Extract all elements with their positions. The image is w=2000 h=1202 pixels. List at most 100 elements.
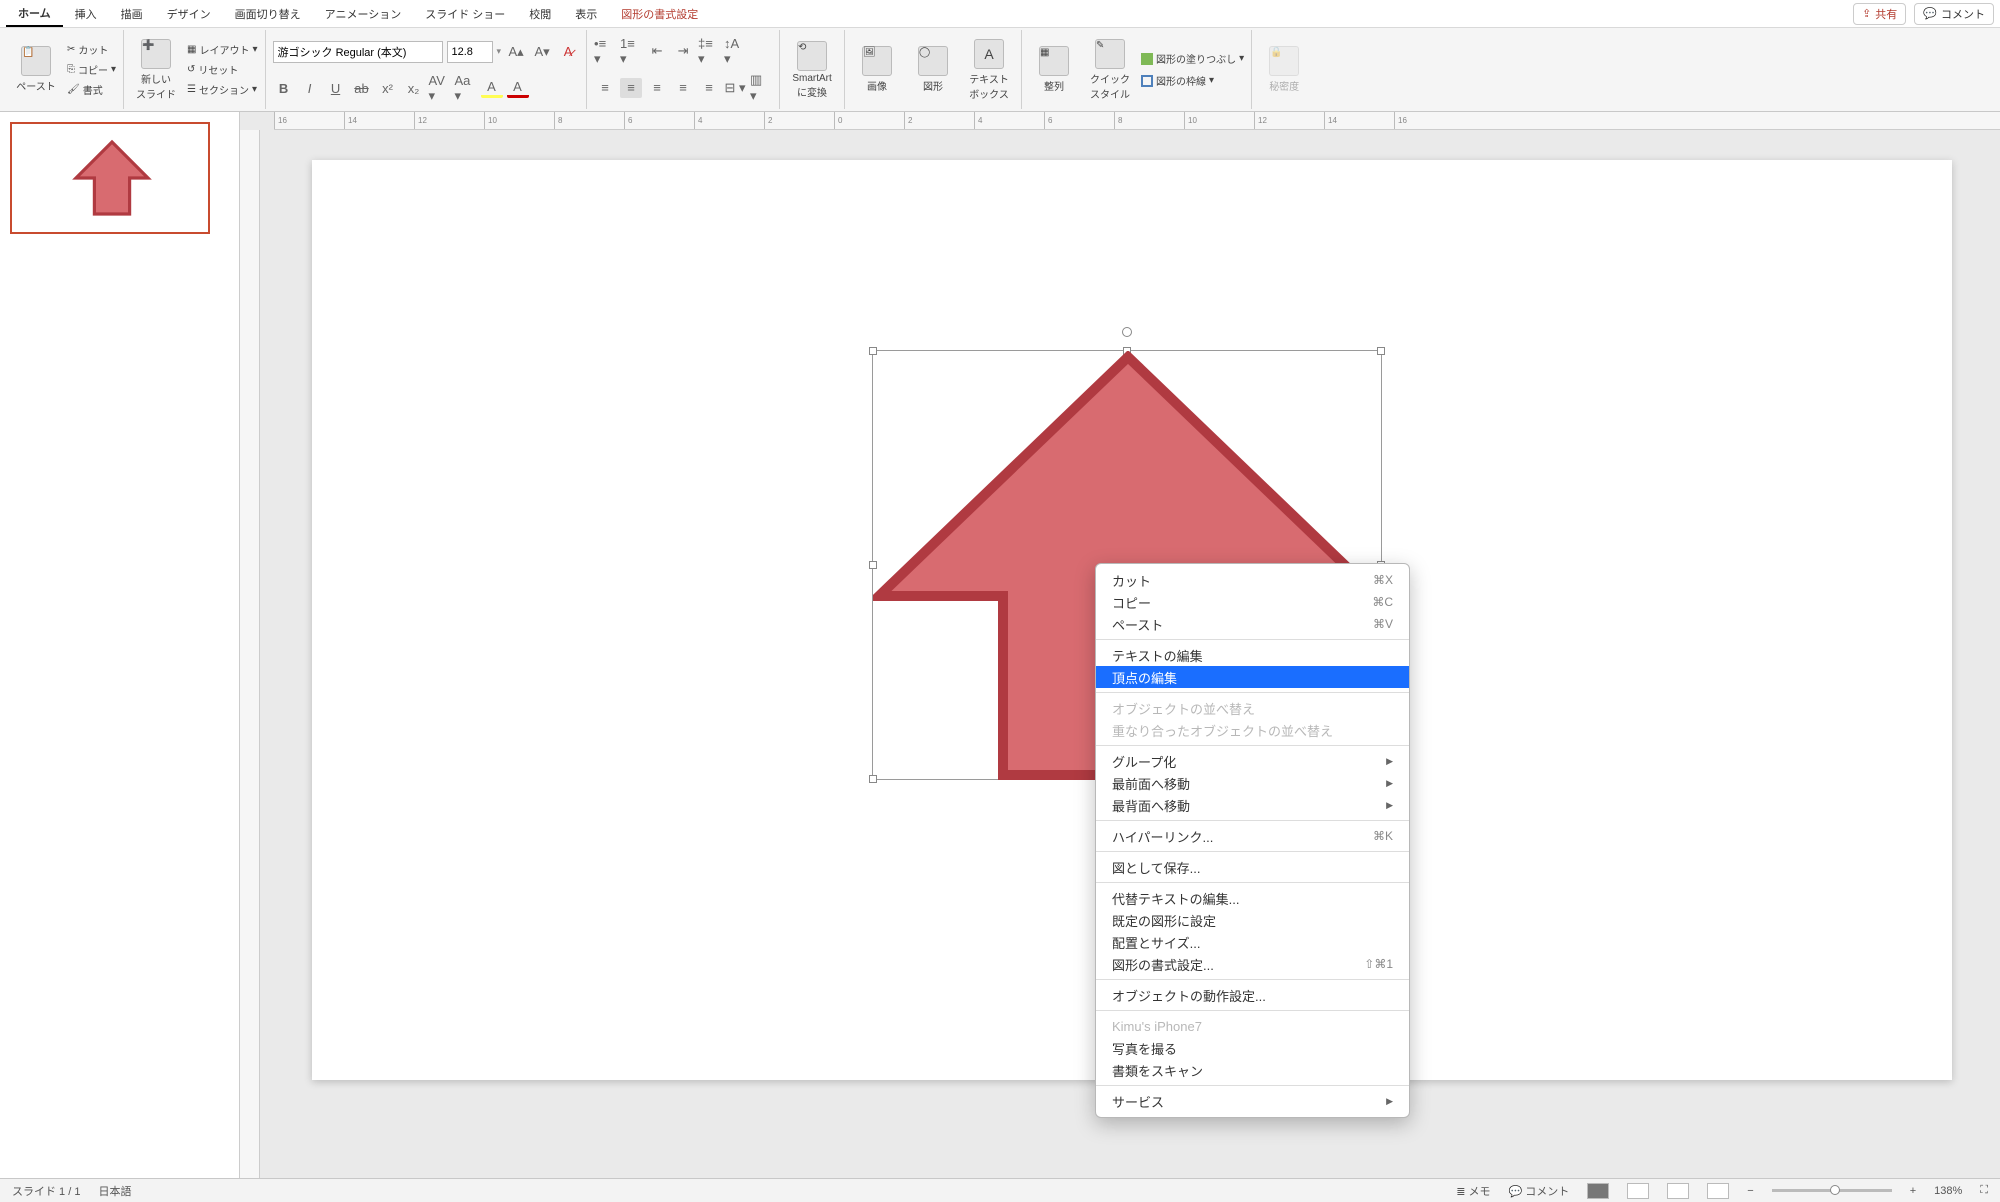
rotation-handle[interactable]	[1122, 327, 1132, 337]
clear-format-button[interactable]: A̷	[557, 42, 579, 62]
tab-animations[interactable]: アニメーション	[313, 2, 414, 26]
bullets-button[interactable]: •≡ ▾	[594, 41, 616, 61]
shape-fill-button[interactable]: 図形の塗りつぶし ▾	[1141, 50, 1244, 68]
char-spacing-button[interactable]: AV ▾	[429, 78, 451, 98]
notes-button[interactable]: ≣ メモ	[1456, 1183, 1490, 1199]
quick-styles-button[interactable]: ✎クイック スタイル	[1085, 39, 1135, 101]
format-painter-button[interactable]: 🖌書式	[67, 81, 116, 99]
align-left-button[interactable]: ≡	[594, 78, 616, 98]
layout-button[interactable]: ▦レイアウト ▾	[187, 41, 257, 59]
context-menu-item-16[interactable]: 図として保存...	[1096, 856, 1409, 878]
change-case-button[interactable]: Aa ▾	[455, 78, 477, 98]
language-indicator[interactable]: 日本語	[98, 1183, 131, 1199]
share-button[interactable]: ⇪共有	[1853, 3, 1906, 25]
align-center-button[interactable]: ≡	[620, 78, 642, 98]
context-menu-item-18[interactable]: 代替テキストの編集...	[1096, 887, 1409, 909]
context-menu-item-26[interactable]: 写真を撮る	[1096, 1037, 1409, 1059]
textbox-icon: A	[974, 39, 1004, 69]
tab-design[interactable]: デザイン	[155, 2, 223, 26]
align-right-button[interactable]: ≡	[646, 78, 668, 98]
slide-thumbnail-1[interactable]	[10, 122, 210, 234]
layout-icon: ▦	[187, 44, 196, 55]
smartart-button[interactable]: ⟲SmartArt に変換	[787, 41, 837, 99]
context-menu-item-1[interactable]: コピー⌘C	[1096, 591, 1409, 613]
comments-toggle[interactable]: 💬 コメント	[1509, 1183, 1570, 1199]
justify-button[interactable]: ≡	[672, 78, 694, 98]
shapes-button[interactable]: ◯図形	[908, 46, 958, 93]
highlight-button[interactable]: A	[481, 78, 503, 98]
cut-button[interactable]: ✂カット	[67, 41, 116, 59]
tab-review[interactable]: 校閲	[517, 2, 563, 26]
zoom-in-button[interactable]: +	[1910, 1185, 1916, 1197]
indent-button[interactable]: ⇥	[672, 41, 694, 61]
context-menu-item-12[interactable]: 最背面へ移動	[1096, 794, 1409, 816]
strike-button[interactable]: ab	[351, 78, 373, 98]
reset-icon: ↺	[187, 64, 195, 75]
arrange-button[interactable]: ▦整列	[1029, 46, 1079, 93]
new-slide-button[interactable]: ➕新しい スライド	[131, 39, 181, 101]
context-menu-item-11[interactable]: 最前面へ移動	[1096, 772, 1409, 794]
superscript-button[interactable]: x²	[377, 78, 399, 98]
shapes-icon: ◯	[918, 46, 948, 76]
tab-shape-format[interactable]: 図形の書式設定	[609, 2, 710, 26]
context-menu-shortcut: ⇧⌘1	[1364, 957, 1393, 971]
tab-transitions[interactable]: 画面切り替え	[223, 2, 313, 26]
textbox-button[interactable]: Aテキスト ボックス	[964, 39, 1014, 101]
view-sorter-button[interactable]	[1627, 1183, 1649, 1199]
tab-slideshow[interactable]: スライド ショー	[413, 2, 517, 26]
context-menu-item-20[interactable]: 配置とサイズ...	[1096, 931, 1409, 953]
context-menu-label: 図として保存...	[1112, 858, 1200, 877]
font-name-combo[interactable]	[273, 41, 443, 63]
outdent-button[interactable]: ⇤	[646, 41, 668, 61]
tab-draw[interactable]: 描画	[109, 2, 155, 26]
subscript-button[interactable]: x₂	[403, 78, 425, 98]
context-menu-item-2[interactable]: ペースト⌘V	[1096, 613, 1409, 635]
context-menu-item-4[interactable]: テキストの編集	[1096, 644, 1409, 666]
zoom-out-button[interactable]: −	[1747, 1185, 1753, 1197]
view-slideshow-button[interactable]	[1707, 1183, 1729, 1199]
context-menu-label: グループ化	[1112, 752, 1176, 771]
context-menu-item-14[interactable]: ハイパーリンク...⌘K	[1096, 825, 1409, 847]
underline-button[interactable]: U	[325, 78, 347, 98]
context-menu-label: 最背面へ移動	[1112, 796, 1190, 815]
tab-view[interactable]: 表示	[563, 2, 609, 26]
context-menu-item-25: Kimu's iPhone7	[1096, 1015, 1409, 1037]
copy-button[interactable]: ⎘コピー ▾	[67, 61, 116, 79]
section-button[interactable]: ☰セクション ▾	[187, 81, 257, 99]
text-direction-button[interactable]: ↕A ▾	[724, 41, 746, 61]
context-menu-item-19[interactable]: 既定の図形に設定	[1096, 909, 1409, 931]
context-menu-item-23[interactable]: オブジェクトの動作設定...	[1096, 984, 1409, 1006]
horizontal-ruler: 1614121086420246810121416	[274, 112, 2000, 130]
increase-font-button[interactable]: A▴	[505, 42, 527, 62]
context-menu-item-27[interactable]: 書類をスキャン	[1096, 1059, 1409, 1081]
shape-outline-button[interactable]: 図形の枠線 ▾	[1141, 72, 1244, 90]
context-menu-item-0[interactable]: カット⌘X	[1096, 569, 1409, 591]
line-spacing-button[interactable]: ‡≡ ▾	[698, 41, 720, 61]
font-color-button[interactable]: A	[507, 78, 529, 98]
numbering-button[interactable]: 1≡ ▾	[620, 41, 642, 61]
align-text-button[interactable]: ⊟ ▾	[724, 78, 746, 98]
context-menu-item-21[interactable]: 図形の書式設定...⇧⌘1	[1096, 953, 1409, 975]
view-normal-button[interactable]	[1587, 1183, 1609, 1199]
font-size-combo[interactable]	[447, 41, 493, 63]
sensitivity-button[interactable]: 🔒秘密度	[1259, 46, 1309, 93]
context-menu-item-29[interactable]: サービス	[1096, 1090, 1409, 1112]
zoom-slider-knob[interactable]	[1830, 1185, 1840, 1195]
italic-button[interactable]: I	[299, 78, 321, 98]
decrease-font-button[interactable]: A▾	[531, 42, 553, 62]
zoom-percent[interactable]: 138%	[1934, 1185, 1962, 1197]
distribute-button[interactable]: ≡	[698, 78, 720, 98]
reset-button[interactable]: ↺リセット	[187, 61, 257, 79]
picture-button[interactable]: 🖼画像	[852, 46, 902, 93]
tab-insert[interactable]: 挿入	[63, 2, 109, 26]
columns-button[interactable]: ▥ ▾	[750, 78, 772, 98]
tab-home[interactable]: ホーム	[6, 1, 63, 27]
view-reading-button[interactable]	[1667, 1183, 1689, 1199]
context-menu-item-5[interactable]: 頂点の編集	[1096, 666, 1409, 688]
zoom-slider[interactable]	[1772, 1189, 1892, 1192]
comments-button[interactable]: 💬コメント	[1914, 3, 1994, 25]
paste-button[interactable]: 📋ペースト	[11, 46, 61, 93]
context-menu-item-10[interactable]: グループ化	[1096, 750, 1409, 772]
fit-window-button[interactable]: ⛶	[1980, 1184, 1988, 1197]
bold-button[interactable]: B	[273, 78, 295, 98]
